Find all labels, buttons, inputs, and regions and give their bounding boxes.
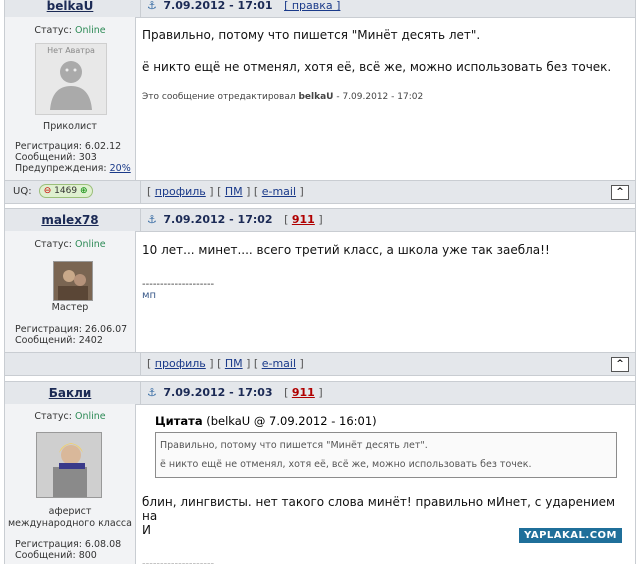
post-header: Бакли ⚓ 7.09.2012 - 17:03 [ 911 ]	[5, 381, 635, 405]
user-stats: Регистрация: 26.06.07 Сообщений: 2402	[15, 324, 127, 346]
post-body: 10 лет... минет.... всего третий класс, …	[142, 243, 550, 301]
warnings-link[interactable]: 20%	[110, 163, 131, 174]
message-count: Сообщений: 303	[15, 152, 97, 163]
site-watermark: YAPLAKAL.COM	[519, 528, 622, 543]
anchor-icon[interactable]: ⚓	[147, 386, 157, 399]
avatar[interactable]	[53, 261, 93, 301]
avatar-photo-icon	[54, 262, 92, 300]
post-body: Правильно, потому что пишется "Минёт дес…	[142, 28, 611, 102]
user-rank: аферист международного класса	[8, 506, 132, 529]
no-avatar-icon	[50, 61, 92, 110]
email-link[interactable]: e-mail	[262, 357, 296, 370]
uq-rating: UQ: ⊖ 1469 ⊕	[13, 181, 93, 203]
signature-text: мп	[142, 290, 157, 301]
message-count: Сообщений: 2402	[15, 335, 103, 346]
email-link[interactable]: e-mail	[262, 185, 296, 198]
uq-value: 1469	[54, 186, 78, 196]
message-count: Сообщений: 800	[15, 550, 97, 561]
post-meta: ⚓ 7.09.2012 - 17:01 [ правка ]	[140, 0, 340, 17]
scroll-up-button[interactable]: ^	[611, 185, 629, 200]
report-911-link[interactable]: 911	[292, 386, 315, 399]
anchor-icon[interactable]: ⚓	[147, 213, 157, 226]
quote-box: Правильно, потому что пишется "Минёт дес…	[155, 432, 617, 478]
status-line: Статус: Online	[34, 411, 106, 422]
minus-icon[interactable]: ⊖	[44, 186, 52, 196]
user-sidebar: Статус: Online аферист международного кл…	[5, 404, 136, 564]
post-meta: ⚓ 7.09.2012 - 17:03 [ 911 ]	[140, 382, 323, 404]
footer-links: [ профиль ] [ ПМ ] [ e-mail ]	[140, 181, 304, 203]
signature-divider: --------------------	[142, 559, 622, 564]
forum-thread: belkaU ⚓ 7.09.2012 - 17:01 [ правка ] Ст…	[4, 0, 636, 564]
edit-note: Это сообщение отредактировал belkaU - 7.…	[142, 92, 424, 102]
post-date: 7.09.2012 - 17:03	[163, 386, 273, 399]
post-text: 10 лет... минет.... всего третий класс, …	[142, 243, 550, 257]
user-stats: Регистрация: 6.02.12 Сообщений: 303 Пред…	[15, 141, 131, 174]
post-text: блин, лингвисты. нет такого слова минёт!…	[142, 495, 616, 523]
status-online: Online	[74, 25, 106, 36]
avatar[interactable]	[36, 432, 102, 498]
post-header: belkaU ⚓ 7.09.2012 - 17:01 [ правка ]	[5, 0, 635, 18]
user-rank: Мастер	[51, 302, 89, 313]
post-date: 7.09.2012 - 17:02	[163, 213, 273, 226]
pm-link[interactable]: ПМ	[225, 357, 243, 370]
edit-link[interactable]: [ правка ]	[284, 0, 340, 12]
quote-block: Цитата (belkaU @ 7.09.2012 - 16:01) Прав…	[155, 414, 617, 478]
warnings: Предупреждения: 20%	[15, 163, 131, 174]
post-text: ё никто ещё не отменял, хотя её, всё же,…	[142, 60, 612, 74]
post-date: 7.09.2012 - 17:01	[163, 0, 273, 12]
author-link[interactable]: malex78	[5, 209, 135, 231]
quote-text: Правильно, потому что пишется "Минёт дес…	[160, 440, 428, 451]
pm-link[interactable]: ПМ	[225, 185, 243, 198]
post-text: Правильно, потому что пишется "Минёт дес…	[142, 28, 481, 42]
post-footer: UQ: ⊖ 1469 ⊕ [ профиль ] [ ПМ ] [ e-mail…	[5, 180, 635, 204]
status-line: Статус: Online	[34, 25, 106, 36]
signature-divider: --------------------	[142, 279, 215, 290]
reg-date: Регистрация: 26.06.07	[15, 324, 128, 335]
profile-link[interactable]: профиль	[155, 357, 206, 370]
uq-box: ⊖ 1469 ⊕	[38, 184, 93, 198]
avatar[interactable]: Нет Аватра	[35, 43, 107, 115]
user-sidebar: Статус: Online Мастер Регистрация: 26.06…	[5, 231, 136, 352]
user-sidebar: Статус: Online Нет Аватра Приколист Реги…	[5, 17, 136, 180]
avatar-photo-icon	[37, 433, 101, 497]
profile-link[interactable]: профиль	[155, 185, 206, 198]
author-link[interactable]: belkaU	[5, 0, 135, 17]
post-meta: ⚓ 7.09.2012 - 17:02 [ 911 ]	[140, 209, 323, 231]
post-footer: [ профиль ] [ ПМ ] [ e-mail ] ^	[5, 352, 635, 376]
reg-date: Регистрация: 6.02.12	[15, 141, 122, 152]
plus-icon[interactable]: ⊕	[80, 186, 88, 196]
user-rank: Приколист	[43, 121, 97, 132]
footer-links: [ профиль ] [ ПМ ] [ e-mail ]	[140, 353, 304, 375]
status-line: Статус: Online	[34, 239, 106, 250]
status-online: Online	[74, 239, 106, 250]
post-header: malex78 ⚓ 7.09.2012 - 17:02 [ 911 ]	[5, 208, 635, 232]
quote-header: Цитата (belkaU @ 7.09.2012 - 16:01)	[155, 414, 377, 428]
scroll-up-button[interactable]: ^	[611, 357, 629, 372]
status-online: Online	[74, 411, 106, 422]
anchor-icon[interactable]: ⚓	[147, 0, 157, 12]
reg-date: Регистрация: 6.08.08	[15, 539, 122, 550]
report-911-link[interactable]: 911	[292, 213, 315, 226]
author-link[interactable]: Бакли	[5, 382, 135, 404]
quote-text: ё никто ещё не отменял, хотя её, всё же,…	[160, 459, 532, 470]
user-stats: Регистрация: 6.08.08 Сообщений: 800	[15, 539, 121, 561]
